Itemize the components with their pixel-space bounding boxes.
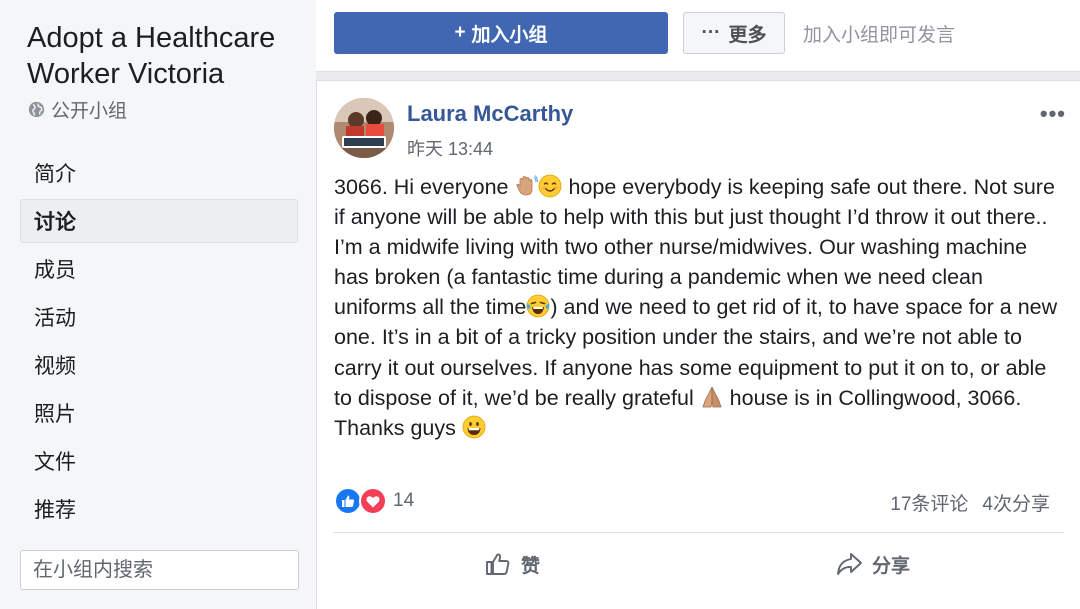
share-count[interactable]: 4次分享 <box>982 489 1050 516</box>
nav-item-about[interactable]: 简介 <box>20 151 298 195</box>
plus-icon: + <box>454 22 466 43</box>
grinning-face-emoji <box>462 415 486 439</box>
group-title-line1: Adopt a Healthcare <box>27 22 276 54</box>
love-reaction-icon <box>359 487 387 515</box>
post-divider <box>334 532 1064 533</box>
post-options-icon[interactable]: ••• <box>1040 101 1066 127</box>
group-sidebar: Adopt a Healthcare Worker Victoria 公开小组 … <box>0 0 316 609</box>
join-to-post-hint: 加入小组即可发言 <box>803 25 956 46</box>
nav-item-recommendations[interactable]: 推荐 <box>20 487 298 531</box>
post-text: 3066. Hi everyone hope everybody is keep… <box>334 172 1064 443</box>
nav-item-files[interactable]: 文件 <box>20 439 298 483</box>
group-nav: 简介 讨论 成员 活动 视频 照片 文件 推荐 <box>20 151 298 531</box>
share-label: 分享 <box>872 555 911 577</box>
globe-icon <box>28 101 45 118</box>
nav-item-videos[interactable]: 视频 <box>20 343 298 387</box>
reaction-count: 14 <box>393 490 415 511</box>
more-button[interactable]: ··· 更多 <box>683 12 785 54</box>
smiling-face-emoji <box>539 174 562 198</box>
like-label: 赞 <box>521 555 541 577</box>
group-search-input[interactable] <box>33 558 298 582</box>
ellipsis-icon: ··· <box>701 22 721 43</box>
waving-hand-emoji <box>516 175 539 196</box>
group-post: Laura McCarthy 昨天 13:44 ••• 3066. Hi eve… <box>316 80 1080 609</box>
like-button[interactable]: 赞 <box>483 547 540 581</box>
post-timestamp[interactable]: 昨天 13:44 <box>407 135 493 161</box>
thumbs-up-icon <box>486 553 510 575</box>
like-reaction-icon <box>334 487 362 515</box>
comment-count[interactable]: 17条评论 <box>890 489 968 516</box>
group-action-bar: + 加入小组 ··· 更多 加入小组即可发言 <box>316 0 1080 72</box>
share-arrow-icon <box>837 553 862 575</box>
group-privacy: 公开小组 <box>20 96 298 123</box>
author-avatar[interactable] <box>334 98 394 158</box>
group-title[interactable]: Adopt a Healthcare Worker Victoria <box>20 20 298 92</box>
share-button[interactable]: 分享 <box>834 547 910 581</box>
join-group-label: 加入小组 <box>471 24 548 46</box>
group-search <box>20 550 299 590</box>
more-label: 更多 <box>728 24 767 46</box>
folded-hands-emoji <box>702 386 722 408</box>
post-author-name[interactable]: Laura McCarthy <box>407 101 573 127</box>
reaction-summary[interactable]: 14 <box>334 487 414 515</box>
nav-item-events[interactable]: 活动 <box>20 295 298 339</box>
avatar-image <box>334 98 394 158</box>
group-title-line2: Worker Victoria <box>27 58 225 90</box>
nav-item-photos[interactable]: 照片 <box>20 391 298 435</box>
privacy-label: 公开小组 <box>51 101 128 122</box>
tears-of-joy-emoji <box>526 294 550 318</box>
nav-item-members[interactable]: 成员 <box>20 247 298 291</box>
post-text-part: 3066. Hi everyone <box>334 175 515 199</box>
join-group-button[interactable]: + 加入小组 <box>334 12 668 54</box>
nav-item-discussion[interactable]: 讨论 <box>20 199 298 243</box>
post-stats: 17条评论 4次分享 <box>890 489 1050 516</box>
